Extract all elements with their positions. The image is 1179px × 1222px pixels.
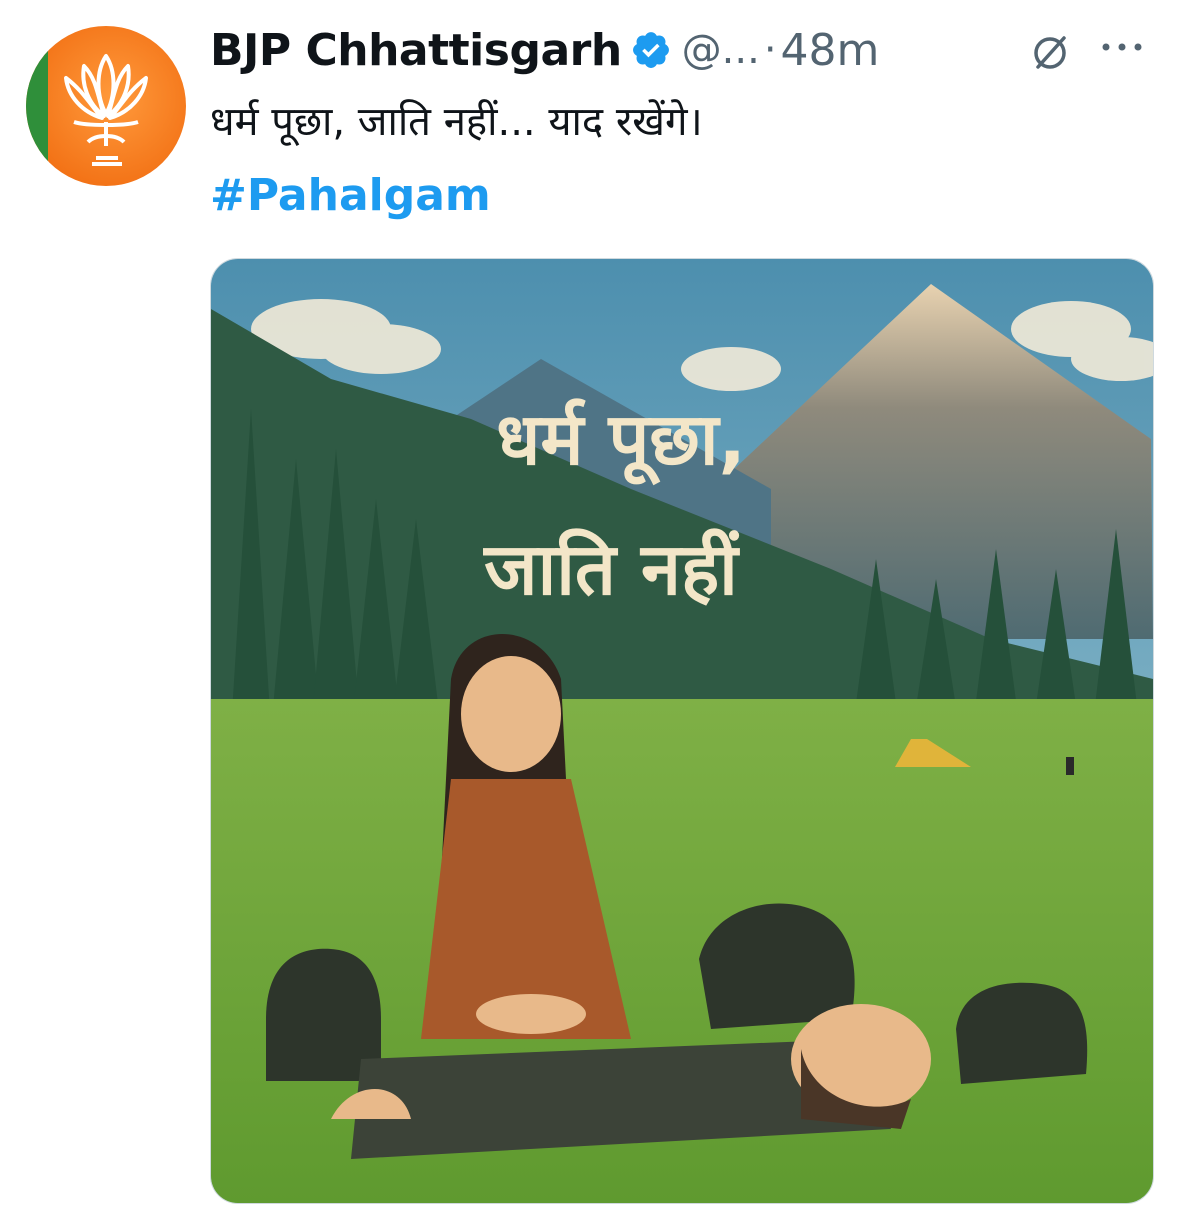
- image-text-line1: धर्म पूछा,: [496, 397, 746, 486]
- timestamp[interactable]: 48m: [781, 25, 880, 76]
- tweet-image[interactable]: धर्म पूछा, जाति नहीं: [210, 258, 1154, 1204]
- verified-badge-icon: [630, 29, 672, 71]
- separator-dot: ·: [763, 27, 777, 73]
- illustration: धर्म पूछा, जाति नहीं: [211, 259, 1153, 1203]
- tweet-header: BJP Chhattisgarh @... · 48m: [210, 20, 1160, 80]
- author-handle[interactable]: @...: [682, 27, 760, 73]
- image-text-line2: जाति नहीं: [482, 527, 740, 611]
- lotus-logo: [26, 26, 186, 186]
- tweet-text: धर्म पूछा, जाति नहीं... याद रखेंगे।: [210, 99, 703, 145]
- avatar[interactable]: [26, 26, 186, 186]
- grok-icon[interactable]: [1028, 30, 1072, 74]
- author-name[interactable]: BJP Chhattisgarh: [210, 25, 622, 76]
- hashtag-link[interactable]: #Pahalgam: [210, 170, 491, 221]
- more-icon[interactable]: [1098, 32, 1146, 62]
